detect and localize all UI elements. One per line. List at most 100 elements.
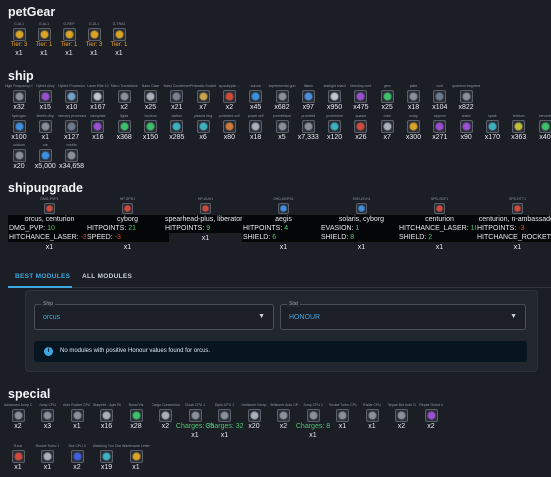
inventory-item[interactable]: core x104: [426, 84, 454, 112]
section-title-petgear: petGear: [8, 5, 56, 19]
inventory-item[interactable]: plasma ring x6: [189, 114, 217, 142]
inventory-item[interactable]: memory processor x127: [58, 114, 86, 142]
item-label: Diplo CPU 1: [214, 403, 235, 407]
upgrade-ships: solaris, cyborg: [338, 216, 385, 223]
inventory-item[interactable]: apocalyptic ... x2: [215, 84, 243, 112]
item-label: Prismatic Socket: [190, 84, 217, 88]
inventory-item[interactable]: plate x18: [400, 84, 428, 112]
item-tier: Tier: 3: [10, 42, 28, 48]
inventory-item[interactable]: prometid x7,333: [294, 114, 322, 142]
inventory-item[interactable]: Watching You Clamp x19: [93, 444, 121, 472]
inventory-item[interactable]: Rocket Turbo 1 x1: [34, 444, 62, 472]
inventory-item[interactable]: G-AL1 Tier: 1 x1: [30, 22, 58, 58]
inventory-item[interactable]: carbon x285: [163, 114, 191, 142]
inventory-item[interactable]: shard x90: [452, 114, 480, 142]
inventory-item[interactable]: High Frequency Cable x32: [5, 84, 33, 112]
inventory-item[interactable]: xenomit x40: [531, 114, 551, 142]
inventory-item[interactable]: uridium x20: [5, 143, 33, 171]
radar-icon: [365, 409, 379, 422]
inventory-item[interactable]: seprom x271: [426, 114, 454, 142]
inventory-item[interactable]: Nano Case x25: [137, 84, 165, 112]
inventory-item[interactable]: rotor x7: [373, 114, 401, 142]
inventory-item[interactable]: gem x25: [373, 84, 401, 112]
inventory-item[interactable]: Boost Vis x28: [122, 403, 150, 431]
inventory-item[interactable]: polarized cell x80: [215, 114, 243, 142]
item-label: Hellstorm Scrap: [241, 403, 267, 407]
upgrade-icon: [200, 203, 211, 214]
upgrade-card[interactable]: SPD-RTT1 centurion, n-ambassador HITPOINTS…: [476, 197, 551, 253]
stat-value: 4: [284, 225, 289, 232]
inventory-item[interactable]: Advanced Jump CPU 1 x2: [4, 403, 32, 431]
inventory-item[interactable]: G-REP Tier: 1 x1: [55, 22, 83, 58]
inventory-item[interactable]: hydrogen x100: [5, 114, 33, 142]
inventory-item[interactable]: Hybrid Alloy x15: [31, 84, 59, 112]
inventory-item[interactable]: power cell x18: [242, 114, 270, 142]
inventory-item[interactable]: Warehouse Letter x1: [122, 444, 150, 472]
inventory-item[interactable]: Jump CPU x3: [34, 403, 62, 431]
item-label: Jump CPU: [39, 403, 56, 407]
inventory-item[interactable]: Hybrid Processor x10: [58, 84, 86, 112]
inventory-item[interactable]: Radar CPU x1: [358, 403, 386, 431]
prometid-icon: [301, 120, 315, 133]
inventory-item[interactable]: Slot CPU 4 x2: [63, 444, 91, 472]
inventory-item[interactable]: nanoplate x16: [84, 114, 112, 142]
inventory-item[interactable]: quantum fragment x822: [452, 84, 480, 112]
tab-best-modules[interactable]: BEST MODULES: [15, 273, 70, 280]
inventory-item[interactable]: Jump CPU 1 Charges: 8 x1: [293, 403, 333, 440]
inventory-item[interactable]: promethium x5: [268, 114, 296, 142]
ship-select[interactable]: Ship orcus ▼: [34, 301, 274, 330]
inventory-item[interactable]: Hellstorm Scrap x20: [240, 403, 268, 431]
item-label: G-AL1: [38, 22, 50, 26]
inventory-item[interactable]: Repair Bot Auto CPU x2: [388, 403, 416, 431]
inventory-item[interactable]: promerium x120: [321, 114, 349, 142]
item-quantity: x363: [511, 134, 527, 141]
item-quantity: x2: [427, 423, 435, 430]
inventory-item[interactable]: credits x34,658: [58, 143, 86, 171]
transistor-icon: [117, 90, 131, 103]
upgrade-card[interactable]: SHD-EDH1 solaris, cyborg EVASION: 1 SHIELD:…: [320, 197, 403, 253]
inventory-item[interactable]: Prismatic Socket x7: [189, 84, 217, 112]
inventory-item[interactable]: kinetic chip x1: [31, 114, 59, 142]
upgrade-card[interactable]: DMG-PVP1 orcus, centurion DMG_PVP: 10 HITCH…: [8, 197, 91, 253]
inventory-item[interactable]: spark x170: [478, 114, 506, 142]
inventory-item[interactable]: G-AL1 Tier: 3 x1: [5, 22, 33, 58]
inventory-item[interactable]: R-bar x1: [4, 444, 32, 472]
upgrade-ships: spearhead-plus, liberator-plus: [165, 216, 246, 223]
stat-value: -3: [114, 234, 121, 241]
upgrade-card[interactable]: HP-AUX1spearhead-plus, liberator-plusHIT…: [164, 197, 247, 244]
inventory-item[interactable]: Micro Transistors x2: [110, 84, 138, 112]
item-quantity: x80: [223, 134, 236, 141]
inventory-item[interactable]: flakes x97: [294, 84, 322, 112]
inventory-item[interactable]: G-TRA1 Tier: 1 x1: [105, 22, 133, 58]
inventory-item[interactable]: aurora x45: [242, 84, 270, 112]
tab-all-modules[interactable]: ALL MODULES: [82, 273, 132, 280]
upgrade-card[interactable]: SPD-SDF1 centurion HITCHANCE_LASER: 16 SHIE…: [398, 197, 481, 253]
inventory-item[interactable]: Repair Robot 4 x2: [417, 403, 445, 431]
inventory-item[interactable]: Nano Condenser x21: [163, 84, 191, 112]
stat-value: 21: [128, 225, 137, 232]
inventory-item[interactable]: experimental gun x682: [268, 84, 296, 112]
inventory-item[interactable]: nucleus x150: [137, 114, 165, 142]
inventory-item[interactable]: lights x368: [110, 114, 138, 142]
item-quantity: x1: [90, 50, 98, 57]
stat-name: HITCHANCE_LASER:: [9, 234, 81, 241]
inventory-item[interactable]: scrap x300: [400, 114, 428, 142]
inventory-item[interactable]: Laser Elite 10 x167: [84, 84, 112, 112]
boost-icon: [129, 409, 143, 422]
stat-select[interactable]: Stat HONOUR ▼: [280, 301, 526, 330]
item-quantity: x1: [132, 464, 140, 471]
inventory-item[interactable]: Rocket Turbo CPU 1 x1: [329, 403, 357, 431]
inventory-item[interactable]: Blueprint - Apis Pilot x16: [93, 403, 121, 431]
inventory-item[interactable]: starlight shard x950: [321, 84, 349, 112]
inventory-item[interactable]: terbium x363: [505, 114, 533, 142]
inventory-item[interactable]: Diplo CPU 1 Charges: 32 x1: [205, 403, 245, 440]
inventory-item[interactable]: bleeding core x475: [347, 84, 375, 112]
inventory-item[interactable]: Auto Rocket CPU 1 x1: [63, 403, 91, 431]
inventory-item[interactable]: G-DL1 Tier: 3 x1: [80, 22, 108, 58]
item-label: Auto Rocket CPU 1: [63, 403, 91, 407]
inventory-item[interactable]: ore x5,000: [31, 143, 59, 171]
item-quantity: x34,658: [59, 163, 85, 170]
upgrade-card[interactable]: HP-SPD1 cyborg HITPOINTS: 21 SPEED: -3 x1: [86, 197, 169, 253]
inventory-item[interactable]: quasar x26: [347, 114, 375, 142]
upgrade-card[interactable]: SHD-HDPS1 aegis HITPOINTS: 4 SHIELD: 6 x1: [242, 197, 325, 253]
